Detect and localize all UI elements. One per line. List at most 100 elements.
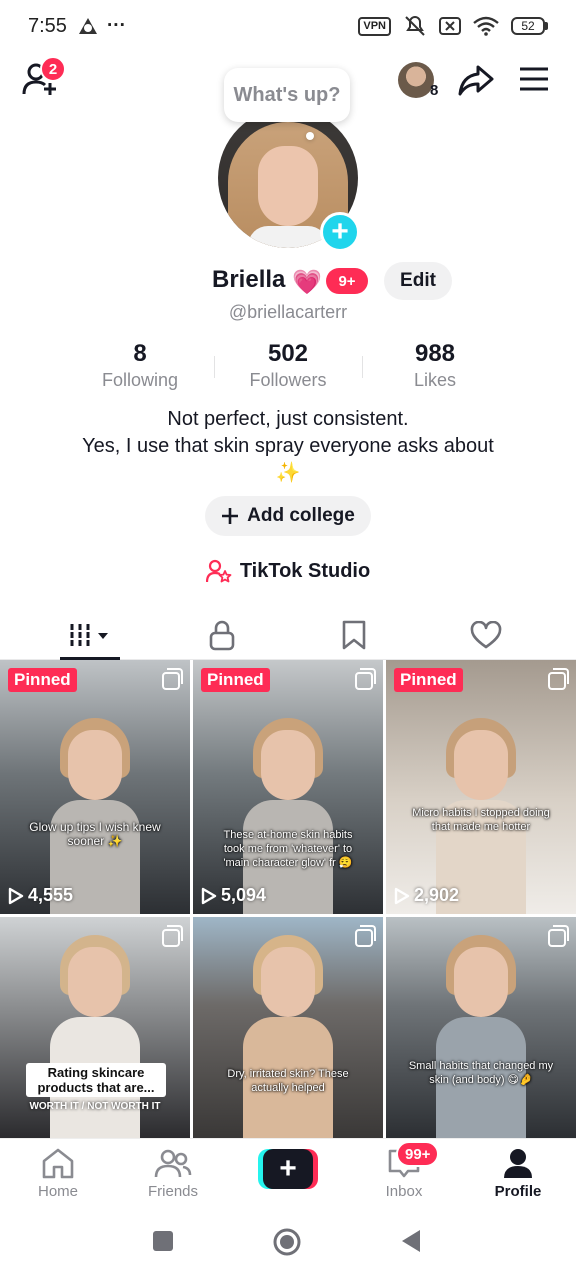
video-caption-sub: WORTH IT / NOT WORTH IT bbox=[29, 1101, 161, 1112]
friend-requests-badge: 2 bbox=[40, 56, 66, 82]
username: @briellacarterr bbox=[228, 302, 348, 322]
profile-content-tabs bbox=[0, 610, 576, 660]
tab-private[interactable] bbox=[150, 610, 294, 660]
back-button[interactable] bbox=[400, 1229, 422, 1258]
multi-clip-icon bbox=[355, 925, 376, 947]
account-avatar bbox=[398, 62, 434, 98]
video-caption: Dry, irritated skin? These actually help… bbox=[227, 1068, 349, 1094]
nav-friends-label: Friends bbox=[147, 1183, 199, 1200]
add-college-label: Add college bbox=[247, 505, 355, 526]
profile-icon bbox=[504, 1149, 532, 1178]
plus-icon bbox=[222, 508, 239, 524]
nav-profile[interactable]: Profile bbox=[468, 1147, 568, 1207]
profile-bio[interactable]: Not perfect, just consistent. Yes, I use… bbox=[30, 406, 546, 487]
following-label: Following bbox=[101, 370, 179, 390]
bottom-navigation: Home Friends + Inbox 99+ Profile bbox=[0, 1138, 576, 1210]
circle-home-icon bbox=[273, 1228, 301, 1256]
likes-count: 988 bbox=[414, 340, 456, 367]
no-sim-icon bbox=[439, 17, 461, 35]
tiktok-studio-label: TikTok Studio bbox=[239, 559, 371, 582]
view-count-value: 5,094 bbox=[221, 885, 267, 905]
video-caption: Rating skincare products that are... bbox=[26, 1063, 166, 1097]
video-tile[interactable]: Pinned Glow up tips I wish knew sooner ✨… bbox=[0, 660, 190, 914]
account-count: 8 bbox=[430, 82, 439, 99]
video-tile[interactable]: Small habits that changed my skin (and b… bbox=[386, 917, 576, 1138]
video-tile[interactable]: Pinned Micro habits I stopped doing that… bbox=[386, 660, 576, 914]
multi-clip-icon bbox=[162, 668, 183, 690]
view-count-value: 2,902 bbox=[414, 885, 460, 905]
profile-stats: 8 Following 502 Followers 988 Likes bbox=[0, 340, 576, 396]
share-icon bbox=[458, 65, 494, 96]
system-navigation-bar bbox=[0, 1210, 576, 1280]
recent-apps-button[interactable] bbox=[152, 1230, 174, 1257]
video-caption: Micro habits I stopped doing that made m… bbox=[412, 807, 550, 833]
pinned-badge: Pinned bbox=[201, 668, 270, 692]
pinned-badge: Pinned bbox=[8, 668, 77, 692]
back-triangle-icon bbox=[402, 1230, 420, 1252]
multi-clip-icon bbox=[548, 668, 569, 690]
display-name: Briella bbox=[212, 266, 286, 293]
notifications-badge[interactable]: 9+ bbox=[326, 268, 368, 294]
likes-label: Likes bbox=[413, 370, 457, 390]
nav-home[interactable]: Home bbox=[8, 1147, 108, 1207]
bio-line: Not perfect, just consistent. bbox=[167, 408, 409, 430]
profile-avatar[interactable]: + bbox=[218, 108, 360, 252]
lock-icon bbox=[209, 620, 235, 651]
tiktok-studio-link[interactable]: TikTok Studio bbox=[0, 556, 576, 586]
stat-likes[interactable]: 988 Likes bbox=[360, 340, 510, 391]
stat-followers[interactable]: 502 Followers bbox=[213, 340, 363, 391]
friends-icon bbox=[154, 1149, 192, 1178]
create-button[interactable]: + bbox=[258, 1149, 318, 1189]
tab-videos[interactable] bbox=[18, 610, 162, 660]
status-time: 7:55 bbox=[28, 14, 67, 37]
add-story-button[interactable]: + bbox=[320, 212, 360, 252]
battery-icon: 52 bbox=[511, 17, 548, 35]
multi-clip-icon bbox=[355, 668, 376, 690]
bookmark-icon bbox=[342, 620, 366, 650]
tab-liked[interactable] bbox=[414, 610, 558, 660]
tab-saved[interactable] bbox=[282, 610, 426, 660]
video-tile[interactable]: Rating skincare products that are... WOR… bbox=[0, 917, 190, 1138]
bio-line: Yes, I use that skin spray everyone asks… bbox=[82, 435, 494, 457]
battery-level: 52 bbox=[511, 17, 545, 35]
video-grid: Pinned Glow up tips I wish knew sooner ✨… bbox=[0, 660, 576, 1138]
followers-label: Followers bbox=[249, 370, 327, 390]
videos-grid-icon bbox=[70, 624, 108, 646]
play-icon bbox=[394, 887, 410, 904]
video-tile[interactable]: Pinned These at-home skin habits took me… bbox=[193, 660, 383, 914]
account-switcher-button[interactable]: 8 bbox=[398, 62, 446, 102]
share-profile-button[interactable] bbox=[458, 64, 494, 96]
square-icon bbox=[153, 1231, 173, 1251]
video-caption: Small habits that changed my skin (and b… bbox=[408, 1060, 554, 1086]
play-icon bbox=[201, 887, 217, 904]
multi-clip-icon bbox=[162, 925, 183, 947]
following-count: 8 bbox=[133, 340, 147, 367]
app-notification-icon bbox=[78, 18, 97, 34]
menu-button[interactable] bbox=[518, 66, 552, 94]
pinned-badge: Pinned bbox=[394, 668, 463, 692]
edit-profile-button[interactable]: Edit bbox=[384, 262, 452, 300]
more-notifications-icon: ··· bbox=[106, 15, 126, 36]
wifi-icon bbox=[473, 16, 499, 36]
whats-up-bubble[interactable]: What's up? bbox=[224, 68, 350, 122]
name-row: Briella 💗 9+ Edit bbox=[0, 262, 576, 300]
followers-count: 502 bbox=[267, 340, 309, 367]
view-count: 5,094 bbox=[201, 885, 266, 906]
home-system-button[interactable] bbox=[272, 1227, 302, 1262]
multi-clip-icon bbox=[548, 925, 569, 947]
home-icon bbox=[42, 1148, 74, 1179]
studio-user-star-icon bbox=[205, 559, 232, 583]
status-right: VPN 52 bbox=[358, 15, 548, 37]
create-plus-icon: + bbox=[263, 1149, 313, 1189]
stat-following[interactable]: 8 Following bbox=[65, 340, 215, 391]
nav-friends[interactable]: Friends bbox=[123, 1147, 223, 1207]
bubble-tail bbox=[306, 132, 314, 140]
view-count: 4,555 bbox=[8, 885, 73, 906]
nav-profile-label: Profile bbox=[494, 1183, 542, 1200]
inbox-badge: 99+ bbox=[396, 1141, 440, 1167]
video-caption: These at-home skin habits took me from '… bbox=[223, 829, 353, 869]
add-college-button[interactable]: Add college bbox=[205, 496, 371, 536]
vpn-icon: VPN bbox=[358, 16, 391, 36]
play-icon bbox=[8, 887, 24, 904]
video-tile[interactable]: Dry, irritated skin? These actually help… bbox=[193, 917, 383, 1138]
